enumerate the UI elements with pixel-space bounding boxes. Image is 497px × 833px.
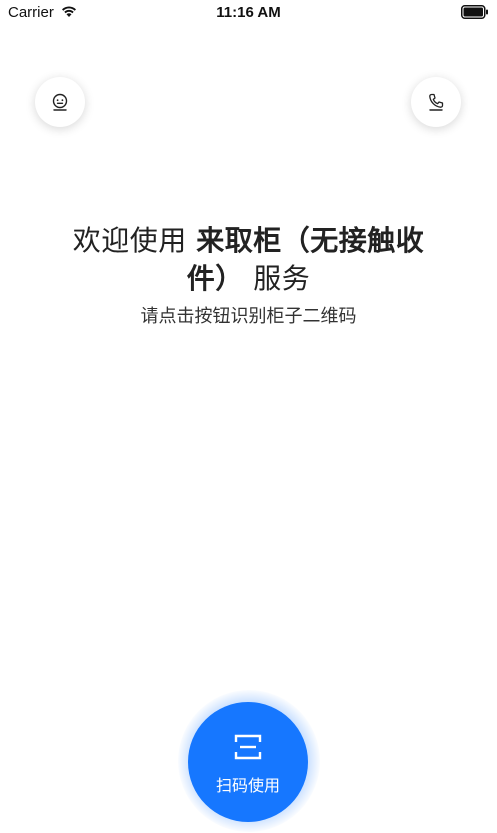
customer-service-button[interactable] [35,77,85,127]
title-prefix: 欢迎使用 [72,224,187,257]
battery-icon [461,5,488,19]
status-time: 11:16 AM [216,4,281,21]
status-bar: Carrier 11:16 AM [0,0,497,26]
scan-icon [234,734,262,760]
scan-button-label: 扫码使用 [215,776,280,795]
call-button[interactable] [411,77,461,127]
robot-service-icon [52,93,68,111]
scan-button[interactable]: 扫码使用 [188,702,308,822]
instruction-text: 请点击按钮识别柜子二维码 [140,306,357,327]
title-suffix: 服务 [253,262,311,295]
phone-icon [429,93,444,111]
app-screen: Carrier 11:16 AM 欢迎使用 来取柜（无接触收件） 服务 请点击按… [0,0,497,833]
welcome-title: 欢迎使用 来取柜（无接触收件） 服务 [60,222,437,298]
